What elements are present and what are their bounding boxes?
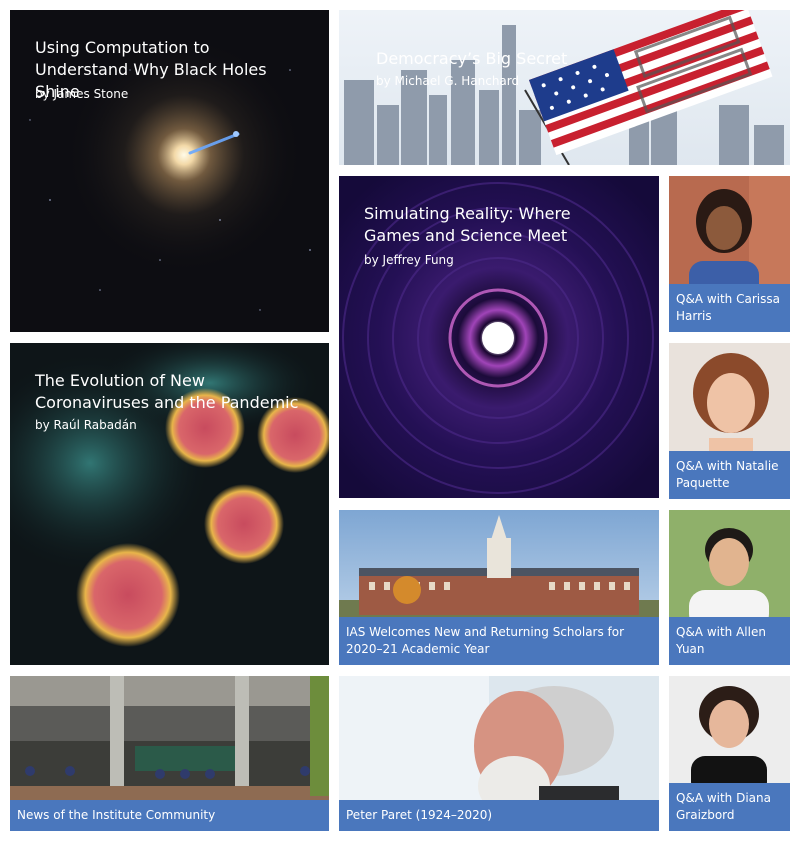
ias-welcome-article-tile[interactable]: IAS Welcomes New and Returning Scholars … <box>339 510 659 665</box>
article-caption[interactable]: Peter Paret (1924–2020) <box>339 800 659 831</box>
article-byline: by Michael G. Hanchard <box>376 74 520 88</box>
natalie-paquette-qa-tile[interactable]: Q&A with Natalie Paquette <box>669 343 790 499</box>
article-title[interactable]: Democracy’s Big Secret <box>376 48 567 70</box>
article-byline: by James Stone <box>35 87 129 101</box>
carissa-harris-qa-tile[interactable]: Q&A with Carissa Harris <box>669 176 790 332</box>
diana-graizbord-qa-tile[interactable]: Q&A with Diana Graizbord <box>669 676 790 831</box>
institute-community-article-tile[interactable]: News of the Institute Community <box>10 676 329 831</box>
article-byline: by Jeffrey Fung <box>364 253 454 267</box>
article-title[interactable]: The Evolution of New Coronaviruses and t… <box>35 370 300 414</box>
qa-caption[interactable]: Q&A with Carissa Harris <box>669 284 790 332</box>
democracy-article-tile[interactable]: Democracy’s Big Secret by Michael G. Han… <box>339 10 790 165</box>
article-caption[interactable]: IAS Welcomes New and Returning Scholars … <box>339 617 659 665</box>
qa-caption[interactable]: Q&A with Allen Yuan <box>669 617 790 665</box>
simulating-reality-article-tile[interactable]: Simulating Reality: Where Games and Scie… <box>339 176 659 498</box>
article-caption[interactable]: News of the Institute Community <box>10 800 329 831</box>
article-title[interactable]: Simulating Reality: Where Games and Scie… <box>364 203 624 247</box>
article-byline: by Raúl Rabadán <box>35 418 137 432</box>
peter-paret-article-tile[interactable]: Peter Paret (1924–2020) <box>339 676 659 831</box>
black-holes-article-tile[interactable]: Using Computation to Understand Why Blac… <box>10 10 329 332</box>
qa-caption[interactable]: Q&A with Diana Graizbord <box>669 783 790 831</box>
allen-yuan-qa-tile[interactable]: Q&A with Allen Yuan <box>669 510 790 665</box>
coronavirus-article-tile[interactable]: The Evolution of New Coronaviruses and t… <box>10 343 329 665</box>
qa-caption[interactable]: Q&A with Natalie Paquette <box>669 451 790 499</box>
